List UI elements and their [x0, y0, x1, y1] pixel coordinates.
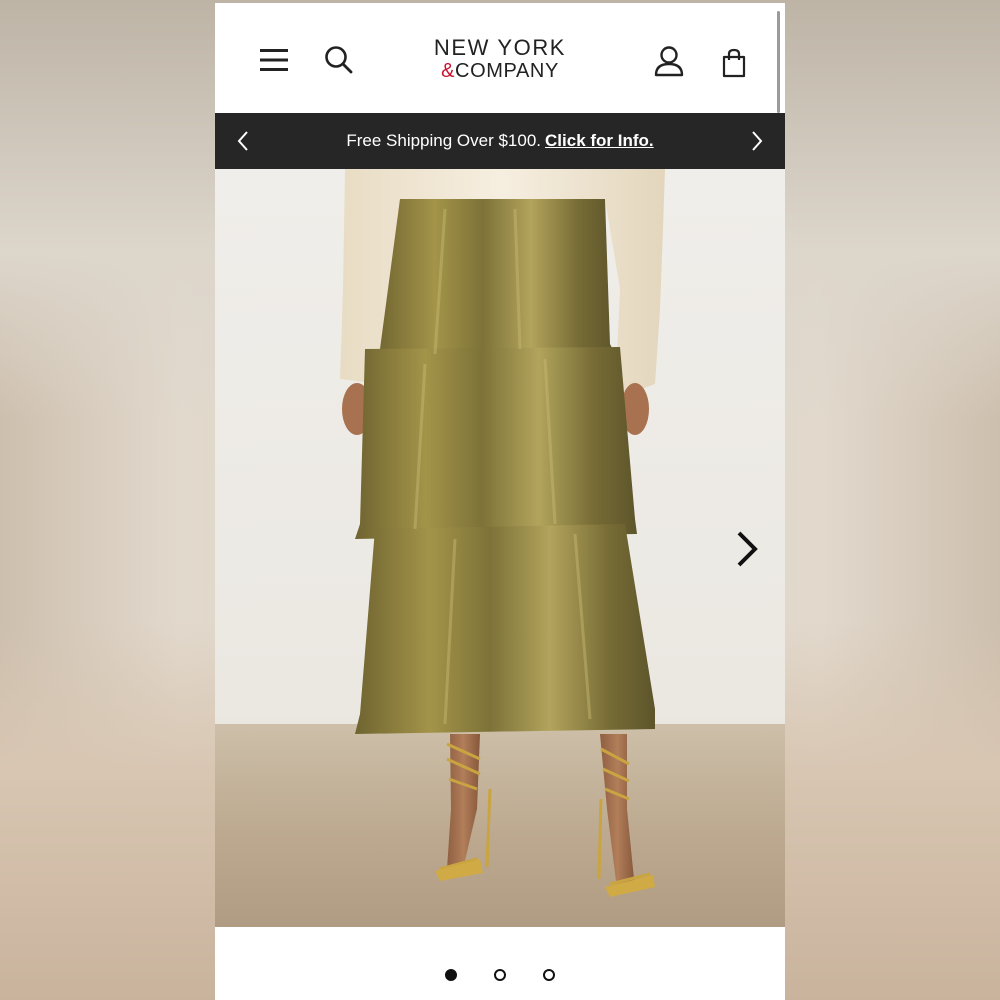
promo-info-link[interactable]: Click for Info. — [545, 131, 654, 151]
hamburger-menu-icon — [260, 49, 288, 71]
search-icon — [325, 46, 353, 74]
brand-ampersand: & — [441, 60, 456, 82]
carousel-pagination — [445, 963, 555, 987]
mobile-page: NEW YORK &COMPANY Free Shipping Over $10… — [215, 3, 785, 1000]
shopping-bag-button[interactable] — [715, 43, 753, 83]
product-photo-illustration — [340, 169, 665, 897]
account-button[interactable] — [650, 41, 688, 81]
promo-text: Free Shipping Over $100. — [346, 131, 542, 150]
carousel-dot-1[interactable] — [445, 969, 457, 981]
scrollbar[interactable] — [777, 11, 780, 113]
account-icon — [654, 46, 684, 77]
shopping-bag-icon — [722, 48, 746, 78]
brand-name-line2: &COMPANY — [415, 61, 585, 81]
product-image[interactable] — [215, 169, 785, 927]
image-next-button[interactable] — [727, 527, 767, 571]
brand-logo[interactable]: NEW YORK &COMPANY — [415, 37, 585, 87]
carousel-dot-2[interactable] — [494, 969, 506, 981]
promo-message: Free Shipping Over $100. Click for Info. — [215, 113, 785, 169]
carousel-dot-3[interactable] — [543, 969, 555, 981]
promo-next-button[interactable] — [743, 127, 771, 155]
search-button[interactable] — [320, 41, 358, 79]
site-header: NEW YORK &COMPANY — [215, 3, 785, 113]
brand-company: COMPANY — [455, 60, 559, 82]
brand-name-line1: NEW YORK — [433, 35, 567, 60]
chevron-right-icon — [752, 131, 763, 151]
chevron-right-icon — [737, 531, 758, 567]
menu-button[interactable] — [255, 41, 293, 79]
promo-banner: Free Shipping Over $100. Click for Info. — [215, 113, 785, 169]
